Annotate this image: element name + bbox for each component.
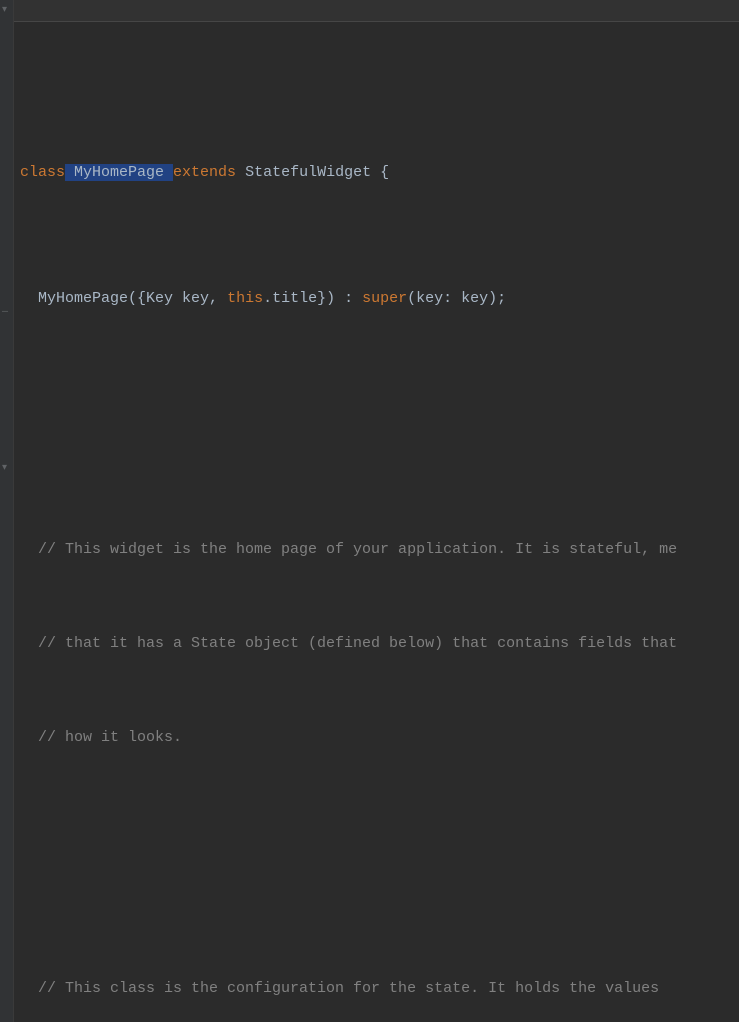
comment: // This class is the configuration for t… <box>20 980 668 997</box>
indent <box>20 290 38 307</box>
keyword-class: class <box>20 164 65 181</box>
code-line[interactable]: MyHomePage({Key key, this.title}) : supe… <box>18 283 739 314</box>
fold-marker-icon[interactable]: ▾ <box>2 464 7 474</box>
code-line[interactable] <box>18 408 739 439</box>
keyword-extends: extends <box>173 164 236 181</box>
fold-marker-icon[interactable]: — <box>2 308 8 318</box>
params: .title}) : <box>263 290 362 307</box>
params: ({Key key, <box>128 290 227 307</box>
code-line[interactable] <box>18 848 739 879</box>
comment: // how it looks. <box>20 729 182 746</box>
code-editor[interactable]: ▾ — ▾ class MyHomePage extends StatefulW… <box>0 0 739 1022</box>
current-line-highlight <box>14 0 739 22</box>
params: (key: key); <box>407 290 506 307</box>
code-line[interactable]: // This widget is the home page of your … <box>18 534 739 565</box>
editor-gutter: ▾ — ▾ <box>0 0 14 1022</box>
comment: // This widget is the home page of your … <box>20 541 677 558</box>
code-line[interactable]: // how it looks. <box>18 722 739 753</box>
code-line[interactable]: // that it has a State object (defined b… <box>18 628 739 659</box>
fold-marker-icon[interactable]: ▾ <box>2 6 7 16</box>
comment: // that it has a State object (defined b… <box>20 635 677 652</box>
type-name: StatefulWidget <box>236 164 380 181</box>
code-line[interactable]: class MyHomePage extends StatefulWidget … <box>18 157 739 188</box>
keyword-super: super <box>362 290 407 307</box>
brace: { <box>380 164 389 181</box>
selection: MyHomePage <box>65 164 173 181</box>
constructor: MyHomePage <box>38 290 128 307</box>
code-line[interactable]: // This class is the configuration for t… <box>18 973 739 1004</box>
keyword-this: this <box>227 290 263 307</box>
